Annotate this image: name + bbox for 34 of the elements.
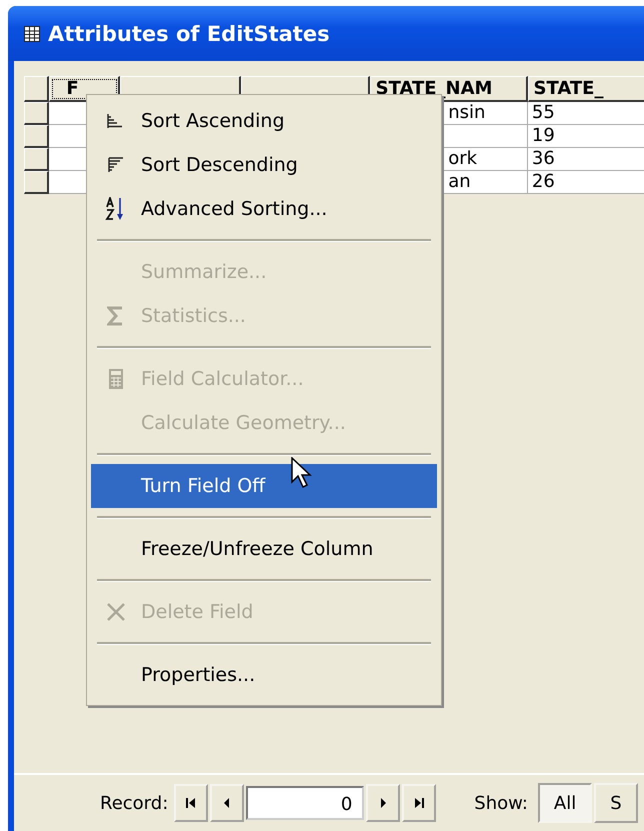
mouse-pointer-icon — [291, 457, 313, 489]
previous-record-button[interactable] — [210, 784, 244, 822]
sort-descending-icon — [107, 157, 125, 173]
first-icon — [185, 798, 198, 808]
column-header[interactable]: STATE_ — [528, 76, 644, 102]
header-corner — [24, 76, 50, 102]
first-record-button[interactable] — [174, 784, 208, 822]
menu-item[interactable]: Freeze/Unfreeze Column — [91, 527, 437, 571]
table-cell: 55 — [528, 102, 644, 125]
record-field[interactable]: 0 — [246, 786, 364, 820]
menu-item[interactable]: Turn Field Off — [91, 464, 437, 508]
table-cell: 19 — [528, 125, 644, 148]
show-label: Show: — [474, 792, 528, 814]
table-cell: 36 — [528, 148, 644, 171]
last-record-button[interactable] — [402, 784, 436, 822]
row-selector[interactable] — [24, 171, 50, 194]
delete-x-icon — [106, 602, 126, 622]
sort-ascending-icon — [107, 113, 125, 129]
row-selector[interactable] — [24, 102, 50, 125]
show-button[interactable]: S — [594, 783, 638, 823]
last-icon — [413, 798, 426, 808]
menu-item[interactable]: Properties... — [91, 653, 437, 697]
sigma-icon — [107, 306, 125, 326]
calculator-icon — [109, 369, 123, 389]
previous-icon — [223, 798, 232, 808]
record-label: Record: — [100, 792, 168, 814]
table-cell: 26 — [528, 171, 644, 194]
window-title: Attributes of EditStates — [48, 22, 330, 46]
row-selector[interactable] — [24, 125, 50, 148]
table-icon — [24, 26, 40, 42]
next-icon — [379, 798, 388, 808]
row-selector[interactable] — [24, 148, 50, 171]
next-record-button[interactable] — [366, 784, 400, 822]
show-button[interactable]: All — [538, 783, 592, 823]
